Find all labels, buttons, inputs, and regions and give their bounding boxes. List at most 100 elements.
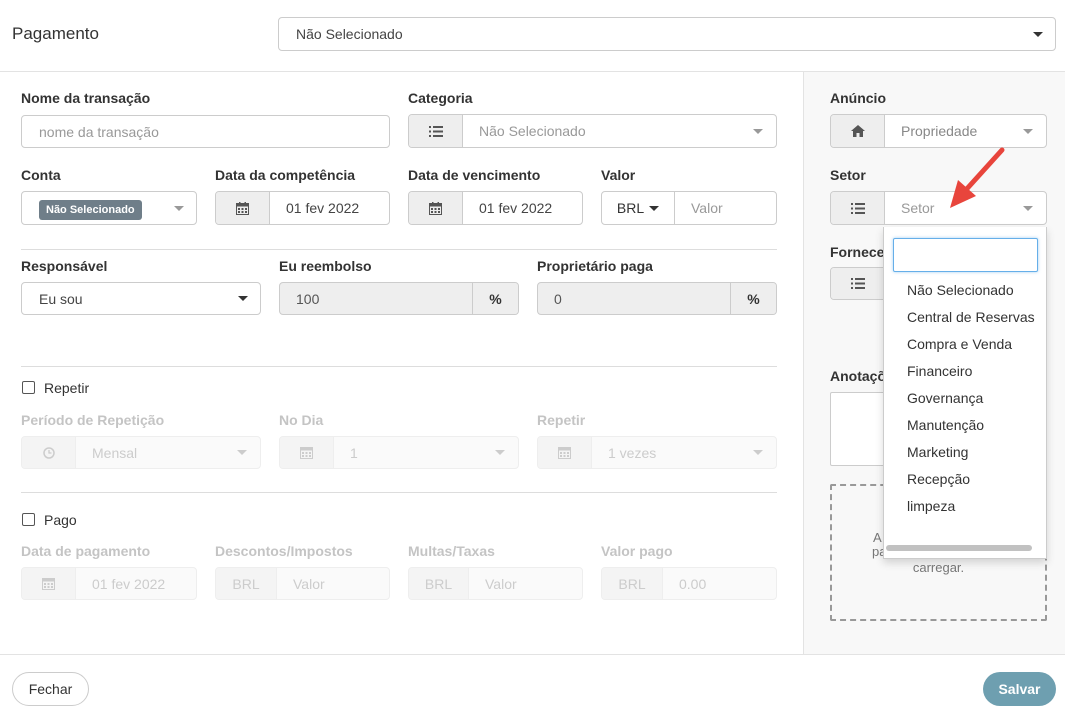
conta-select[interactable]: Não Selecionado	[21, 191, 197, 225]
fornecedor-label: Fornece	[830, 244, 885, 260]
descontos-group[interactable]: BRL Valor	[215, 567, 390, 600]
repetir-checkbox[interactable]	[22, 381, 35, 394]
reembolso-group: 100 %	[279, 282, 519, 315]
setor-option[interactable]: Não Selecionado	[907, 282, 1014, 298]
chevron-down-icon	[237, 450, 247, 455]
anuncio-select[interactable]: Propriedade	[830, 114, 1047, 148]
arrow-annotation-icon	[950, 147, 1005, 208]
categoria-label: Categoria	[408, 90, 473, 106]
page-title: Pagamento	[12, 24, 99, 43]
vencimento-label: Data de vencimento	[408, 167, 541, 183]
chevron-down-icon	[495, 450, 505, 455]
chevron-down-icon	[753, 450, 763, 455]
proprietario-label: Proprietário paga	[537, 258, 653, 274]
proprietario-group: 0 %	[537, 282, 777, 315]
currency-addon: BRL	[409, 568, 469, 599]
categoria-value: Não Selecionado	[479, 123, 586, 139]
conta-label: Conta	[21, 167, 61, 183]
setor-option[interactable]: Recepção	[907, 471, 970, 487]
close-button[interactable]: Fechar	[12, 672, 89, 706]
dia-label: No Dia	[279, 412, 324, 428]
valor-pago-group[interactable]: BRL 0.00	[601, 567, 777, 600]
periodo-select[interactable]: Mensal	[21, 436, 261, 469]
calendar-icon	[409, 192, 463, 224]
caret-down-icon	[649, 205, 660, 211]
list-icon	[831, 268, 885, 299]
data-pagamento-label: Data de pagamento	[21, 543, 151, 559]
setor-option[interactable]: limpeza	[907, 498, 955, 514]
upload-text-line1: A	[873, 530, 882, 545]
percent-addon: %	[730, 283, 776, 314]
setor-option[interactable]: Financeiro	[907, 363, 972, 379]
vencimento-value: 01 fev 2022	[479, 200, 553, 216]
descontos-input: Valor	[293, 575, 325, 592]
divider	[21, 366, 777, 367]
reembolso-input[interactable]: 100	[280, 283, 472, 314]
setor-option[interactable]: Governança	[907, 390, 983, 406]
calendar-icon	[216, 192, 270, 224]
calendar-icon	[280, 437, 334, 468]
chevron-down-icon	[753, 128, 763, 134]
clock-icon	[22, 437, 76, 468]
nome-input[interactable]: nome da transação	[21, 115, 390, 148]
payment-select[interactable]: Não Selecionado	[278, 17, 1056, 51]
dia-select[interactable]: 1	[279, 436, 519, 469]
proprietario-input[interactable]: 0	[538, 283, 730, 314]
setor-option[interactable]: Manutenção	[907, 417, 984, 433]
percent-addon: %	[472, 283, 518, 314]
save-button[interactable]: Salvar	[983, 672, 1056, 706]
data-pagamento-value: 01 fev 2022	[92, 575, 166, 592]
horizontal-scrollbar[interactable]	[886, 545, 1032, 551]
chevron-down-icon	[1023, 128, 1033, 134]
pago-checkbox[interactable]	[22, 513, 35, 526]
chevron-down-icon	[238, 296, 248, 301]
nome-placeholder: nome da transação	[39, 123, 159, 140]
setor-search-input[interactable]	[893, 238, 1038, 272]
list-icon	[409, 115, 463, 147]
valor-label: Valor	[601, 167, 636, 183]
repetir-vezes-select[interactable]: 1 vezes	[537, 436, 777, 469]
calendar-icon	[538, 437, 592, 468]
payment-select-value: Não Selecionado	[296, 26, 403, 42]
valor-input[interactable]: Valor	[675, 192, 776, 224]
currency-addon: BRL	[602, 568, 663, 599]
competencia-value: 01 fev 2022	[286, 200, 360, 216]
repetir-vezes-label: Repetir	[537, 412, 586, 428]
chevron-down-icon	[1023, 205, 1033, 211]
setor-option[interactable]: Compra e Venda	[907, 336, 1012, 352]
anuncio-label: Anúncio	[830, 90, 886, 106]
responsavel-select[interactable]: Eu sou	[21, 282, 261, 315]
divider	[21, 249, 777, 250]
descontos-label: Descontos/Impostos	[215, 543, 353, 559]
list-icon	[831, 192, 885, 224]
valor-pago-input: 0.00	[679, 575, 707, 592]
competencia-label: Data da competência	[215, 167, 356, 183]
currency-value: BRL	[616, 200, 645, 216]
chevron-down-icon	[1033, 31, 1043, 37]
nome-label: Nome da transação	[21, 90, 151, 106]
periodo-value: Mensal	[92, 444, 138, 461]
valor-group: BRL Valor	[601, 191, 777, 225]
repetir-label: Repetir	[44, 380, 90, 396]
responsavel-label: Responsável	[21, 258, 108, 274]
setor-option[interactable]: Central de Reservas	[907, 309, 1035, 325]
data-pagamento-date[interactable]: 01 fev 2022	[21, 567, 197, 600]
multas-group[interactable]: BRL Valor	[408, 567, 583, 600]
modal-footer	[0, 654, 1065, 716]
setor-select[interactable]: Setor	[830, 191, 1047, 225]
reembolso-label: Eu reembolso	[279, 258, 372, 274]
divider	[21, 492, 777, 493]
pago-label: Pago	[44, 512, 77, 528]
categoria-select[interactable]: Não Selecionado	[408, 114, 777, 148]
competencia-date[interactable]: 01 fev 2022	[215, 191, 390, 225]
currency-dropdown[interactable]: BRL	[602, 192, 675, 224]
home-icon	[831, 115, 885, 147]
currency-addon: BRL	[216, 568, 277, 599]
vencimento-date[interactable]: 01 fev 2022	[408, 191, 583, 225]
multas-input: Valor	[485, 575, 517, 592]
chevron-down-icon	[174, 205, 184, 211]
calendar-icon	[22, 568, 76, 599]
multas-label: Multas/Taxas	[408, 543, 495, 559]
setor-option[interactable]: Marketing	[907, 444, 968, 460]
valor-pago-label: Valor pago	[601, 543, 673, 559]
